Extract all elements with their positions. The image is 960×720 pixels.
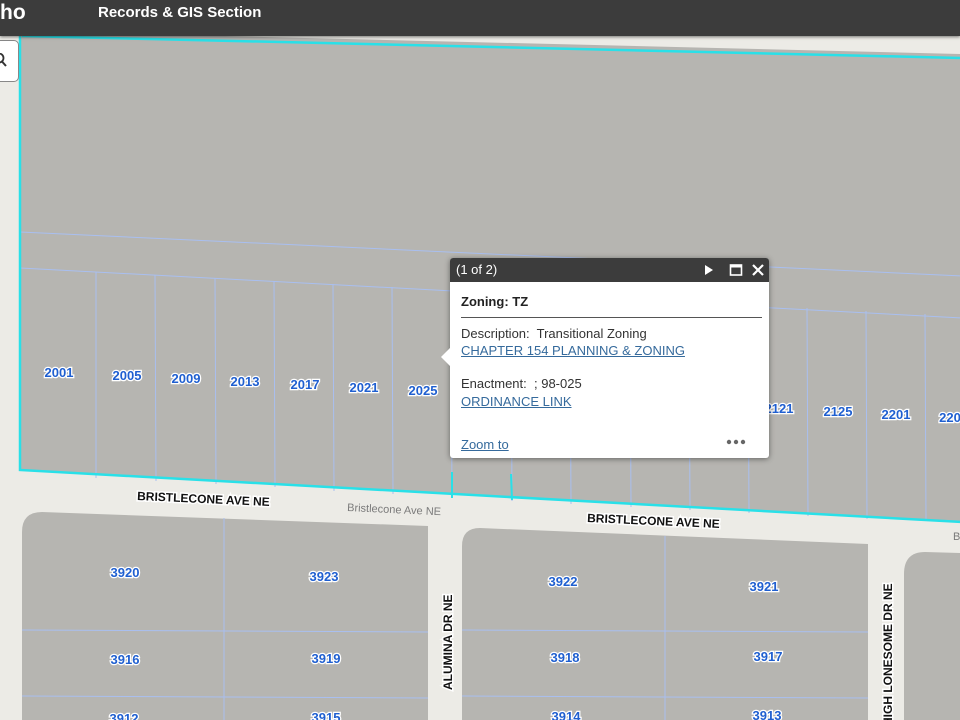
description-value: Transitional Zoning (536, 326, 647, 341)
ellipsis-icon[interactable] (726, 438, 746, 446)
selected-divider (510, 473, 513, 501)
address-label: 3922 (549, 574, 578, 589)
chapter-link[interactable]: CHAPTER 154 PLANNING & ZONING (461, 343, 685, 359)
app-brand: ho (0, 1, 26, 24)
address-label: 3918 (551, 650, 580, 665)
search-button[interactable] (0, 40, 19, 82)
zoom-to-link[interactable]: Zoom to (461, 437, 509, 453)
parcel-block (22, 512, 428, 720)
address-label: 2021 (350, 380, 379, 395)
app-header: ho Records & GIS Section (0, 0, 960, 36)
description-row: Description: Transitional Zoning (461, 326, 647, 342)
search-icon (0, 53, 7, 67)
popup-titlebar: (1 of 2) (450, 258, 769, 282)
address-label: 3913 (753, 708, 782, 720)
popup-divider (461, 317, 762, 318)
address-label: 3923 (310, 569, 339, 584)
identify-popup: (1 of 2) Zoning: TZ Description: Transit… (441, 258, 769, 458)
south-block-west[interactable] (21, 512, 429, 720)
address-label: 3921 (750, 579, 779, 594)
address-label: 3914 (552, 709, 582, 720)
street-label: ALUMINA DR NE (441, 594, 455, 690)
address-label: 2017 (291, 377, 320, 392)
south-block-middle[interactable] (461, 528, 869, 720)
address-label: 2001 (45, 365, 74, 380)
address-label: 2125 (824, 404, 853, 419)
popup-title: Zoning: TZ (461, 294, 529, 309)
ordinance-link[interactable]: ORDINANCE LINK (461, 394, 572, 410)
address-label: 2025 (409, 383, 438, 398)
address-label: 220 (939, 410, 960, 425)
enactment-label: Enactment: (461, 376, 527, 391)
address-label: 3915 (312, 710, 341, 720)
address-label: 3920 (111, 565, 140, 580)
address-label: 3919 (312, 651, 341, 666)
street-label: HIGH LONESOME DR NE (881, 583, 895, 720)
close-icon[interactable] (750, 262, 766, 278)
popup-record-count: (1 of 2) (456, 262, 498, 277)
address-label: 2201 (882, 407, 911, 422)
maximize-icon[interactable] (728, 262, 744, 278)
address-label: 3916 (111, 652, 140, 667)
address-label: 2013 (231, 374, 260, 389)
south-block-east[interactable] (904, 552, 960, 720)
address-label: 2005 (113, 368, 142, 383)
play-next-icon[interactable] (700, 262, 716, 278)
section-title: Records & GIS Section (98, 4, 262, 21)
description-label: Description: (461, 326, 530, 341)
enactment-value: ; 98-025 (534, 376, 582, 391)
street-label: B (953, 531, 960, 543)
enactment-row: Enactment: ; 98-025 (461, 376, 582, 392)
address-label: 3912 (110, 711, 139, 720)
address-label: 2009 (172, 371, 201, 386)
popup-pointer (441, 347, 451, 367)
parcel-block (904, 552, 960, 720)
address-label: 3917 (754, 649, 783, 664)
